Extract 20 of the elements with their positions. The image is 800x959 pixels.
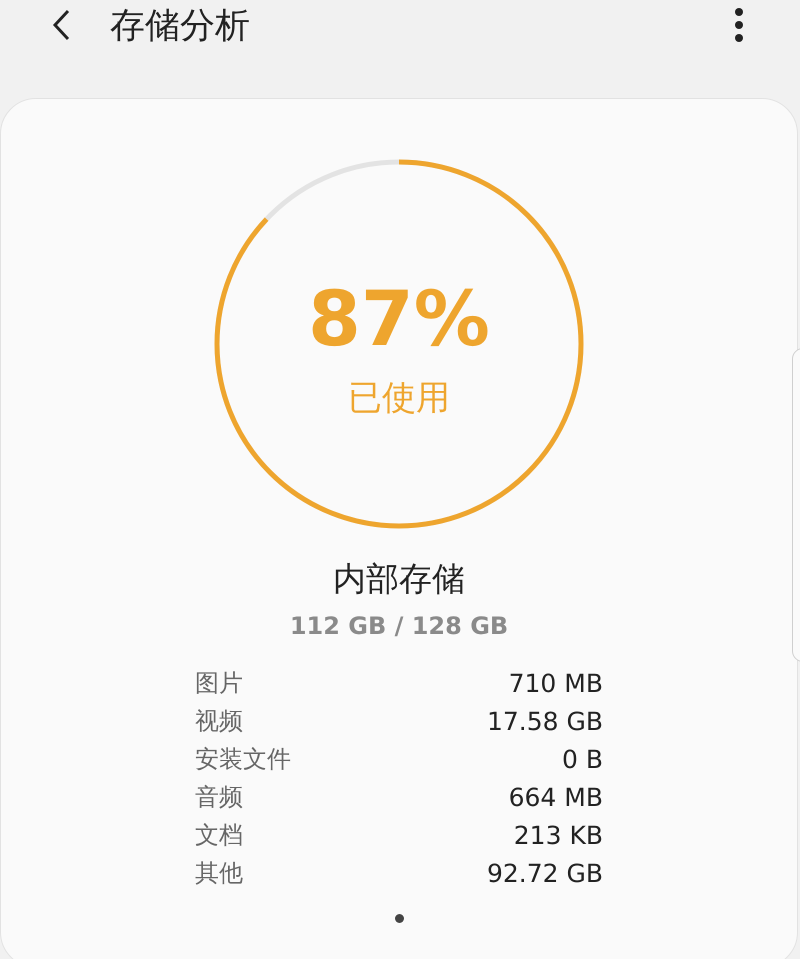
category-label: 其他 (195, 858, 243, 889)
page-title: 存储分析 (110, 4, 251, 48)
category-label: 图片 (195, 668, 243, 699)
back-icon[interactable] (50, 8, 72, 42)
category-size: 17.58 GB (486, 706, 603, 736)
storage-usage: 112 GB / 128 GB (290, 612, 508, 640)
category-label: 安装文件 (195, 744, 291, 775)
used-label: 已使用 (348, 376, 450, 420)
category-size: 710 MB (508, 668, 603, 698)
category-size: 213 KB (514, 820, 603, 850)
more-options-icon[interactable] (734, 7, 744, 43)
category-size: 0 B (562, 744, 603, 774)
page-indicator-dot (394, 914, 404, 923)
usage-percent: 87% (308, 277, 490, 361)
category-label: 音频 (195, 782, 243, 813)
storage-name: 内部存储 (333, 558, 465, 600)
category-label: 文档 (195, 820, 243, 851)
category-size: 664 MB (508, 782, 603, 812)
category-label: 视频 (195, 706, 243, 737)
category-size: 92.72 GB (486, 858, 603, 888)
